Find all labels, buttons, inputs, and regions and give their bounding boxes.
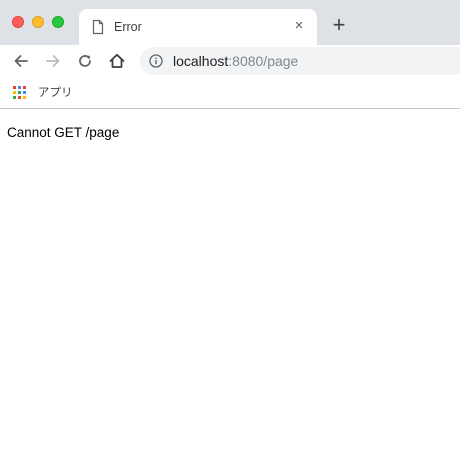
- apps-grid-icon: [13, 86, 26, 99]
- home-icon: [109, 53, 125, 68]
- home-button[interactable]: [107, 51, 127, 71]
- tab-strip: Error × +: [0, 0, 460, 45]
- tab-active[interactable]: Error ×: [79, 9, 317, 45]
- new-tab-button[interactable]: +: [329, 14, 349, 36]
- bookmarks-bar: アプリ: [0, 78, 460, 109]
- reload-button[interactable]: [75, 51, 95, 71]
- document-icon: [91, 19, 105, 35]
- address-url[interactable]: localhost:8080/page: [173, 53, 298, 69]
- url-path: :8080/page: [228, 53, 299, 69]
- info-icon[interactable]: [149, 54, 163, 68]
- error-message: Cannot GET /page: [7, 125, 120, 140]
- toolbar: localhost:8080/page: [0, 45, 460, 78]
- address-bar[interactable]: localhost:8080/page: [140, 47, 460, 75]
- url-host: localhost: [173, 53, 229, 69]
- tab-title: Error: [114, 20, 142, 34]
- reload-icon: [79, 55, 91, 67]
- page-content: Cannot GET /page: [0, 110, 460, 460]
- bookmark-apps-label: アプリ: [38, 87, 73, 99]
- arrow-left-icon: [14, 55, 28, 67]
- window-minimize-button[interactable]: [32, 16, 44, 28]
- browser-window: Error × + localhost:8080/page アプリ Cannot…: [0, 0, 460, 460]
- arrow-right-icon: [46, 55, 60, 67]
- window-maximize-button[interactable]: [52, 16, 64, 28]
- forward-button[interactable]: [43, 51, 63, 71]
- tab-close-icon[interactable]: ×: [291, 18, 307, 34]
- back-button[interactable]: [11, 51, 31, 71]
- window-close-button[interactable]: [12, 16, 24, 28]
